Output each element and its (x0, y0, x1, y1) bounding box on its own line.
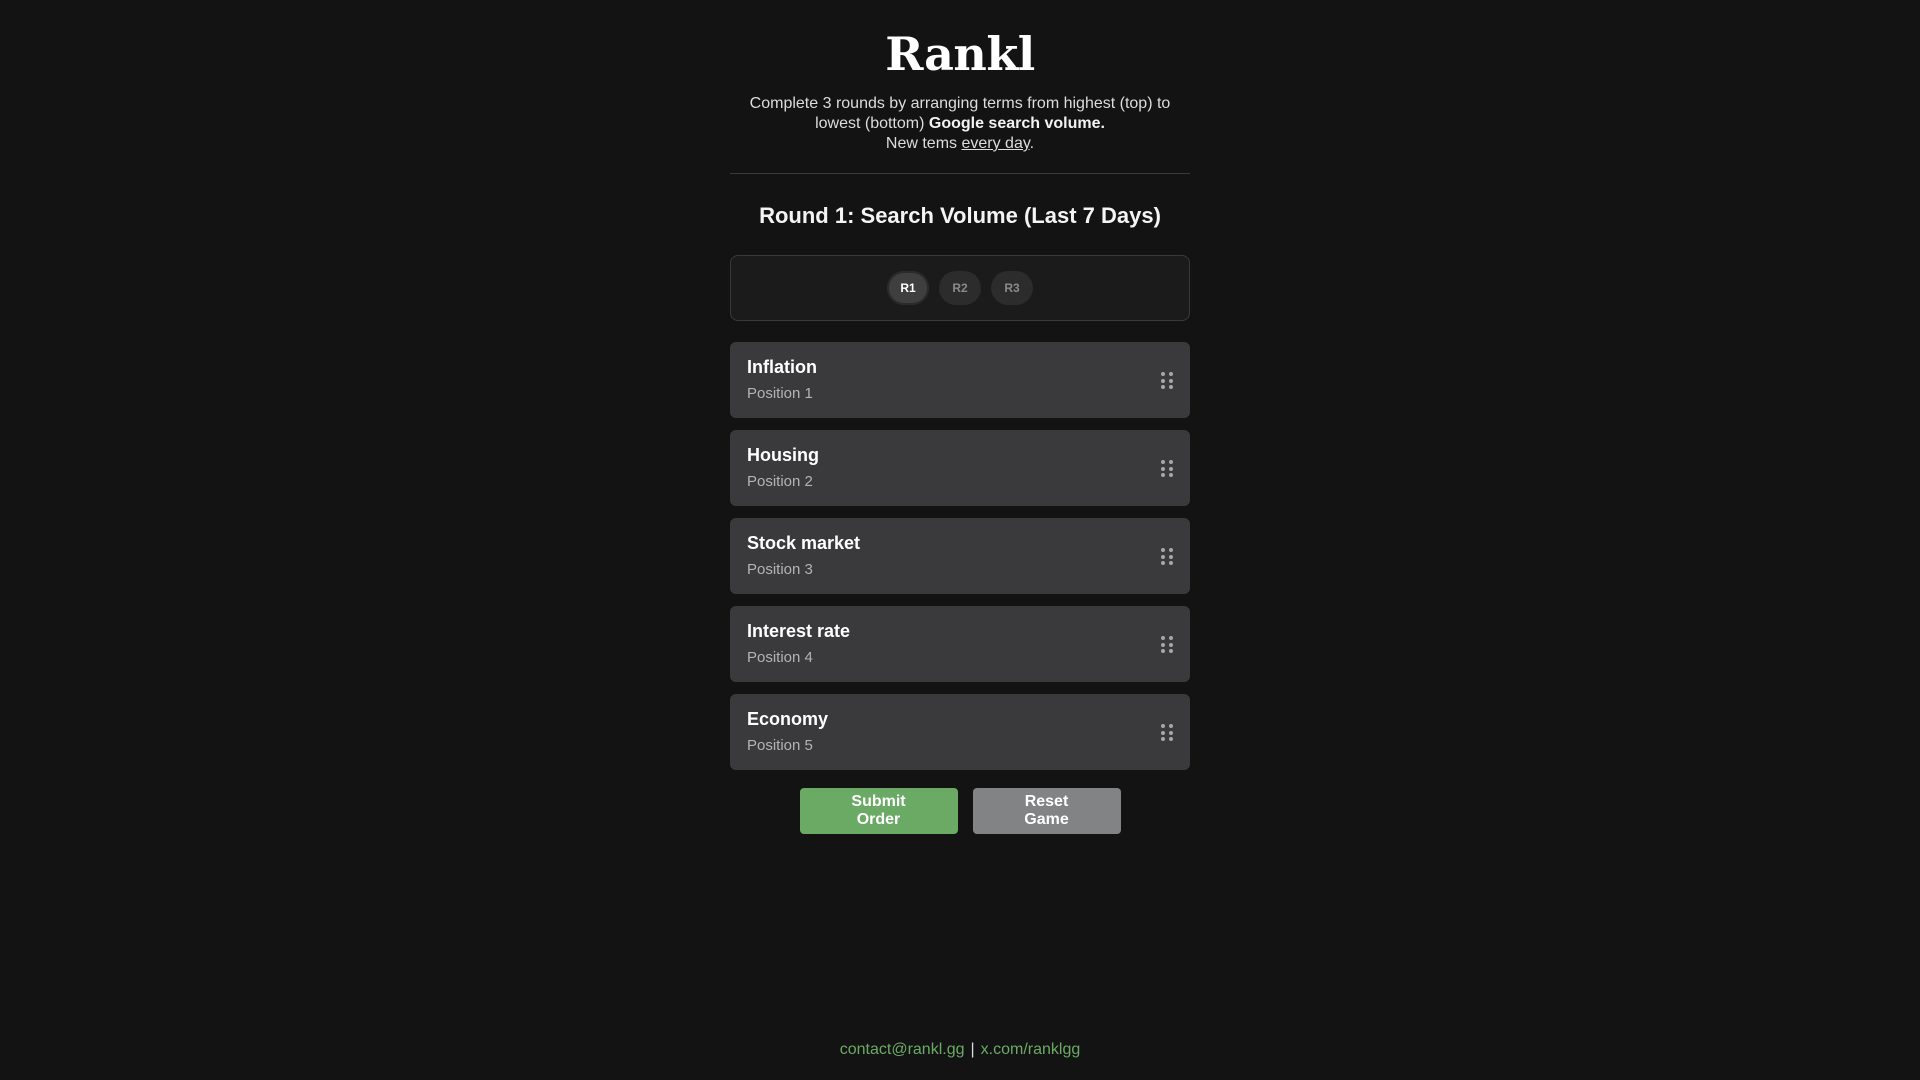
intro-line-3: New tems every day. (730, 134, 1190, 154)
app-title: Rankl (885, 27, 1035, 81)
intro-line-3-suffix: . (1029, 135, 1035, 152)
item-position: Position 5 (747, 737, 813, 754)
header-divider (730, 173, 1190, 174)
drag-handle-icon[interactable] (1161, 724, 1173, 741)
intro-text: Complete 3 rounds by arranging terms fro… (730, 94, 1190, 154)
ranking-item[interactable]: Stock market Position 3 (730, 518, 1190, 594)
item-position: Position 3 (747, 561, 813, 578)
item-label: Stock market (747, 533, 861, 553)
submit-order-button[interactable]: Submit Order (799, 788, 958, 834)
round-title: Round 1: Search Volume (Last 7 Days) (759, 203, 1161, 228)
ranking-item[interactable]: Inflation Position 1 (730, 342, 1190, 418)
ranking-list: Inflation Position 1 Housing Position 2 … (730, 342, 1190, 770)
page: Rankl Complete 3 rounds by arranging ter… (0, 0, 1920, 1080)
drag-handle-icon[interactable] (1161, 460, 1173, 477)
ranking-item[interactable]: Economy Position 5 (730, 694, 1190, 770)
round-pill-r3[interactable]: R3 (991, 271, 1033, 305)
twitter-link[interactable]: x.com/ranklgg (981, 1041, 1081, 1058)
item-label: Inflation (747, 357, 817, 377)
ranking-item[interactable]: Housing Position 2 (730, 430, 1190, 506)
intro-line-1: Complete 3 rounds by arranging terms fro… (749, 95, 1171, 112)
item-label: Interest rate (747, 621, 851, 641)
item-label: Economy (747, 709, 829, 729)
intro-line-2: lowest (bottom) Google search volume. (730, 114, 1190, 134)
contact-email-link[interactable]: contact@rankl.gg (840, 1041, 965, 1058)
item-position: Position 1 (747, 385, 813, 402)
item-position: Position 2 (747, 473, 813, 490)
ranking-item[interactable]: Interest rate Position 4 (730, 606, 1190, 682)
item-position: Position 4 (747, 649, 813, 666)
main-column: Rankl Complete 3 rounds by arranging ter… (730, 0, 1190, 834)
item-label: Housing (747, 445, 819, 465)
intro-line-2-text: lowest (bottom) (815, 115, 929, 132)
round-pill-r2[interactable]: R2 (939, 271, 981, 305)
action-buttons: Submit Order Reset Game (730, 788, 1190, 834)
footer-separator: | (970, 1041, 975, 1058)
drag-handle-icon[interactable] (1161, 548, 1173, 565)
reset-game-button[interactable]: Reset Game (972, 788, 1121, 834)
drag-handle-icon[interactable] (1161, 636, 1173, 653)
round-pill-r1[interactable]: R1 (887, 271, 929, 305)
intro-line-3-text: New tems (885, 135, 962, 152)
drag-handle-icon[interactable] (1161, 372, 1173, 389)
intro-line-3-underline: every day (961, 135, 1030, 152)
footer: contact@rankl.gg | x.com/ranklgg (0, 1039, 1920, 1061)
intro-line-2-bold: Google search volume. (928, 115, 1105, 132)
round-indicator: R1 R2 R3 (730, 255, 1190, 321)
